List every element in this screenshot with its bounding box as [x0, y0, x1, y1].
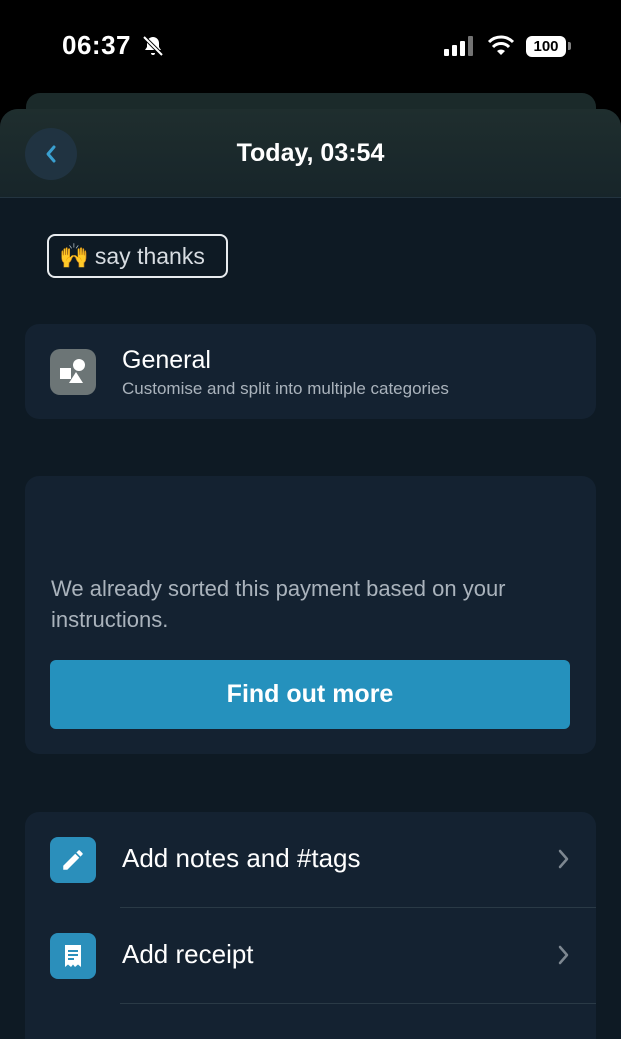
chevron-right-icon — [558, 945, 569, 965]
status-time: 06:37 — [62, 30, 131, 60]
raising-hands-icon: 🙌 — [59, 242, 89, 270]
find-out-more-button[interactable]: Find out more — [50, 660, 570, 729]
divider — [120, 1003, 596, 1004]
shapes-icon — [50, 349, 96, 395]
category-subtitle: Customise and split into multiple catego… — [122, 379, 449, 398]
info-text: We already sorted this payment based on … — [51, 576, 506, 632]
say-thanks-label: say thanks — [94, 242, 205, 269]
wifi-icon — [487, 35, 515, 55]
bell-muted-icon — [142, 35, 164, 57]
add-notes-label: Add notes and #tags — [122, 843, 361, 873]
actions-card: Add notes and #tags Add receipt — [25, 812, 596, 1039]
chevron-right-icon — [558, 849, 569, 869]
category-card[interactable]: General Customise and split into multipl… — [25, 324, 596, 419]
add-receipt-row[interactable]: Add receipt — [25, 908, 596, 1004]
info-card: We already sorted this payment based on … — [25, 476, 596, 754]
status-bar: 06:37 100 — [0, 0, 621, 96]
receipt-icon — [50, 933, 96, 979]
category-name: General — [122, 346, 211, 374]
transaction-sheet: Today, 03:54 🙌 say thanks General Custom… — [0, 109, 621, 1039]
header: Today, 03:54 — [0, 109, 621, 198]
battery-tip — [568, 42, 571, 50]
page-title: Today, 03:54 — [236, 139, 385, 167]
add-receipt-label: Add receipt — [122, 939, 254, 969]
signal-icon — [444, 36, 473, 56]
battery-indicator: 100 — [526, 36, 566, 57]
pencil-icon — [50, 837, 96, 883]
add-notes-row[interactable]: Add notes and #tags — [25, 812, 596, 908]
say-thanks-button[interactable]: 🙌 say thanks — [47, 234, 228, 278]
